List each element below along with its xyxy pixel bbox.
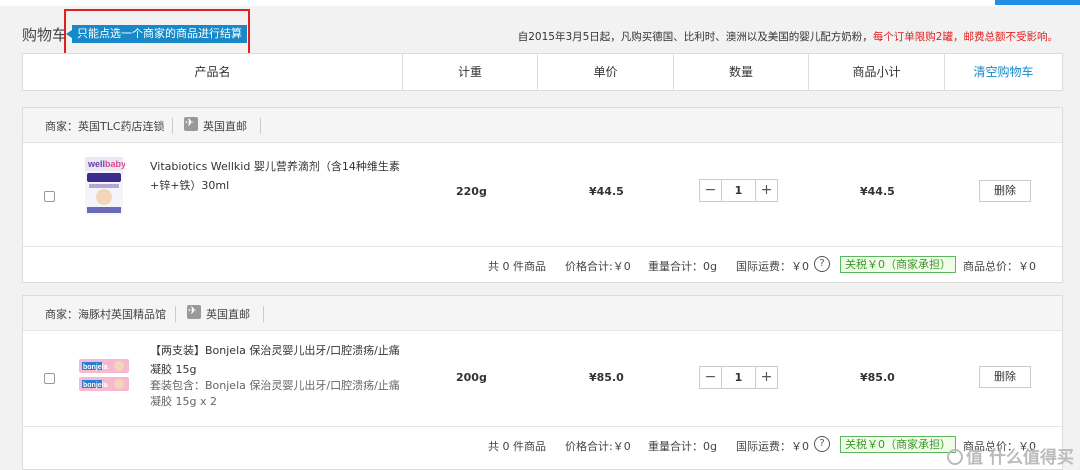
item-weight: 200g <box>456 371 487 384</box>
quantity-stepper: − 1 + <box>699 366 778 389</box>
store-summary: 共 0 件商品 价格合计:￥0 重量合计：0g 国际运费：￥0 ? 关税￥0（商… <box>23 247 1062 283</box>
highlight-annotation-box <box>64 9 250 57</box>
summary-price-total: 价格合计:￥0 <box>565 440 631 453</box>
watermark: 值 什么值得买 <box>947 443 1074 468</box>
item-subtotal: ¥44.5 <box>860 185 895 198</box>
header-product: 产品名 <box>23 54 403 90</box>
top-bar <box>0 0 1080 6</box>
divider <box>175 306 176 322</box>
tax-badge: 关税￥0（商家承担） <box>840 436 956 453</box>
product-name[interactable]: Vitabiotics Wellkid 婴儿营养滴剂（含14种维生素+锌+铁）3… <box>150 157 400 195</box>
item-checkbox[interactable] <box>44 373 55 384</box>
summary-shipping-fee: 国际运费：￥0 <box>736 260 809 273</box>
header-subtotal: 商品小计 <box>809 54 945 90</box>
item-checkbox[interactable] <box>44 191 55 202</box>
cart-title-row: 购物车 只能点选一个商家的商品进行结算 自2015年3月5日起，凡购买德国、比利… <box>22 9 1062 57</box>
header-quantity: 数量 <box>674 54 809 90</box>
summary-count: 共 0 件商品 <box>488 260 546 273</box>
help-icon[interactable]: ? <box>814 436 830 452</box>
svg-text:bonjela: bonjela <box>83 364 108 371</box>
quantity-stepper: − 1 + <box>699 179 778 202</box>
store-summary: 共 0 件商品 价格合计:￥0 重量合计：0g 国际运费：￥0 ? 关税￥0（商… <box>23 427 1062 463</box>
quantity-input[interactable]: 1 <box>722 367 755 388</box>
svg-text:bonjela: bonjela <box>83 382 108 389</box>
product-name[interactable]: 【两支装】Bonjela 保治灵婴儿出牙/口腔溃疡/止痛凝胶 15g <box>150 341 400 379</box>
store-header: 商家：海豚村英国精品馆 英国直邮 <box>23 296 1062 331</box>
item-weight: 220g <box>456 185 487 198</box>
plane-icon <box>184 116 198 131</box>
watermark-logo-icon <box>947 449 964 465</box>
summary-price-total: 价格合计:￥0 <box>565 260 631 273</box>
svg-text:well: well <box>87 159 105 169</box>
store-name: 商家：海豚村英国精品馆 <box>45 308 166 321</box>
shipping-method: 英国直邮 <box>206 308 250 321</box>
product-bundle-note: 套装包含：Bonjela 保治灵婴儿出牙/口腔溃疡/止痛凝胶 15g x 2 <box>150 379 400 408</box>
divider <box>172 118 173 134</box>
delete-button[interactable]: 删除 <box>979 366 1031 388</box>
tax-badge: 关税￥0（商家承担） <box>840 256 956 273</box>
summary-shipping-fee: 国际运费：￥0 <box>736 440 809 453</box>
page-title: 购物车 <box>22 26 68 44</box>
summary-count: 共 0 件商品 <box>488 440 546 453</box>
notice-main-text: 自2015年3月5日起，凡购买德国、比利时、澳洲以及美国的婴儿配方奶粉， <box>517 31 873 43</box>
header-weight: 计重 <box>403 54 538 90</box>
summary-weight-total: 重量合计：0g <box>648 260 717 273</box>
summary-weight-total: 重量合计：0g <box>648 440 717 453</box>
quantity-decrease-button[interactable]: − <box>700 367 722 388</box>
purchase-limit-notice: 自2015年3月5日起，凡购买德国、比利时、澳洲以及美国的婴儿配方奶粉，每个订单… <box>518 29 1058 44</box>
plane-icon <box>187 304 201 319</box>
divider <box>260 118 261 134</box>
summary-total: 商品总价：￥0 <box>963 260 1036 273</box>
header-unit-price: 单价 <box>538 54 674 90</box>
quantity-increase-button[interactable]: + <box>755 367 777 388</box>
clear-cart-link[interactable]: 清空购物车 <box>945 54 1062 90</box>
shipping-method: 英国直邮 <box>203 120 247 133</box>
quantity-input[interactable]: 1 <box>722 180 755 201</box>
store-block: 商家：海豚村英国精品馆 英国直邮 bonjela bonjela 【两支装】Bo… <box>22 295 1063 470</box>
watermark-text: 值 什么值得买 <box>966 448 1074 468</box>
item-subtotal: ¥85.0 <box>860 371 895 384</box>
item-unit-price: ¥85.0 <box>589 371 624 384</box>
store-header: 商家：英国TLC药店连锁 英国直邮 <box>23 108 1062 143</box>
store-name: 商家：英国TLC药店连锁 <box>45 120 165 133</box>
svg-text:baby: baby <box>105 159 125 169</box>
cart-item-row: well baby Vitabiotics Wellkid 婴儿营养滴剂（含14… <box>23 143 1062 247</box>
cart-item-row: bonjela bonjela 【两支装】Bonjela 保治灵婴儿出牙/口腔溃… <box>23 331 1062 427</box>
item-unit-price: ¥44.5 <box>589 185 624 198</box>
notice-red-text: 每个订单限购2罐，邮费总额不受影响。 <box>872 31 1058 43</box>
quantity-decrease-button[interactable]: − <box>700 180 722 201</box>
cart-table-header: 产品名 计重 单价 数量 商品小计 清空购物车 <box>22 53 1063 91</box>
divider <box>263 306 264 322</box>
store-block: 商家：英国TLC药店连锁 英国直邮 well baby Vitabiotics … <box>22 107 1063 283</box>
product-image[interactable]: well baby <box>83 157 126 215</box>
help-icon[interactable]: ? <box>814 256 830 272</box>
top-accent-bar <box>995 0 1080 5</box>
product-image[interactable]: bonjela bonjela <box>79 355 129 399</box>
quantity-increase-button[interactable]: + <box>755 180 777 201</box>
delete-button[interactable]: 删除 <box>979 180 1031 202</box>
